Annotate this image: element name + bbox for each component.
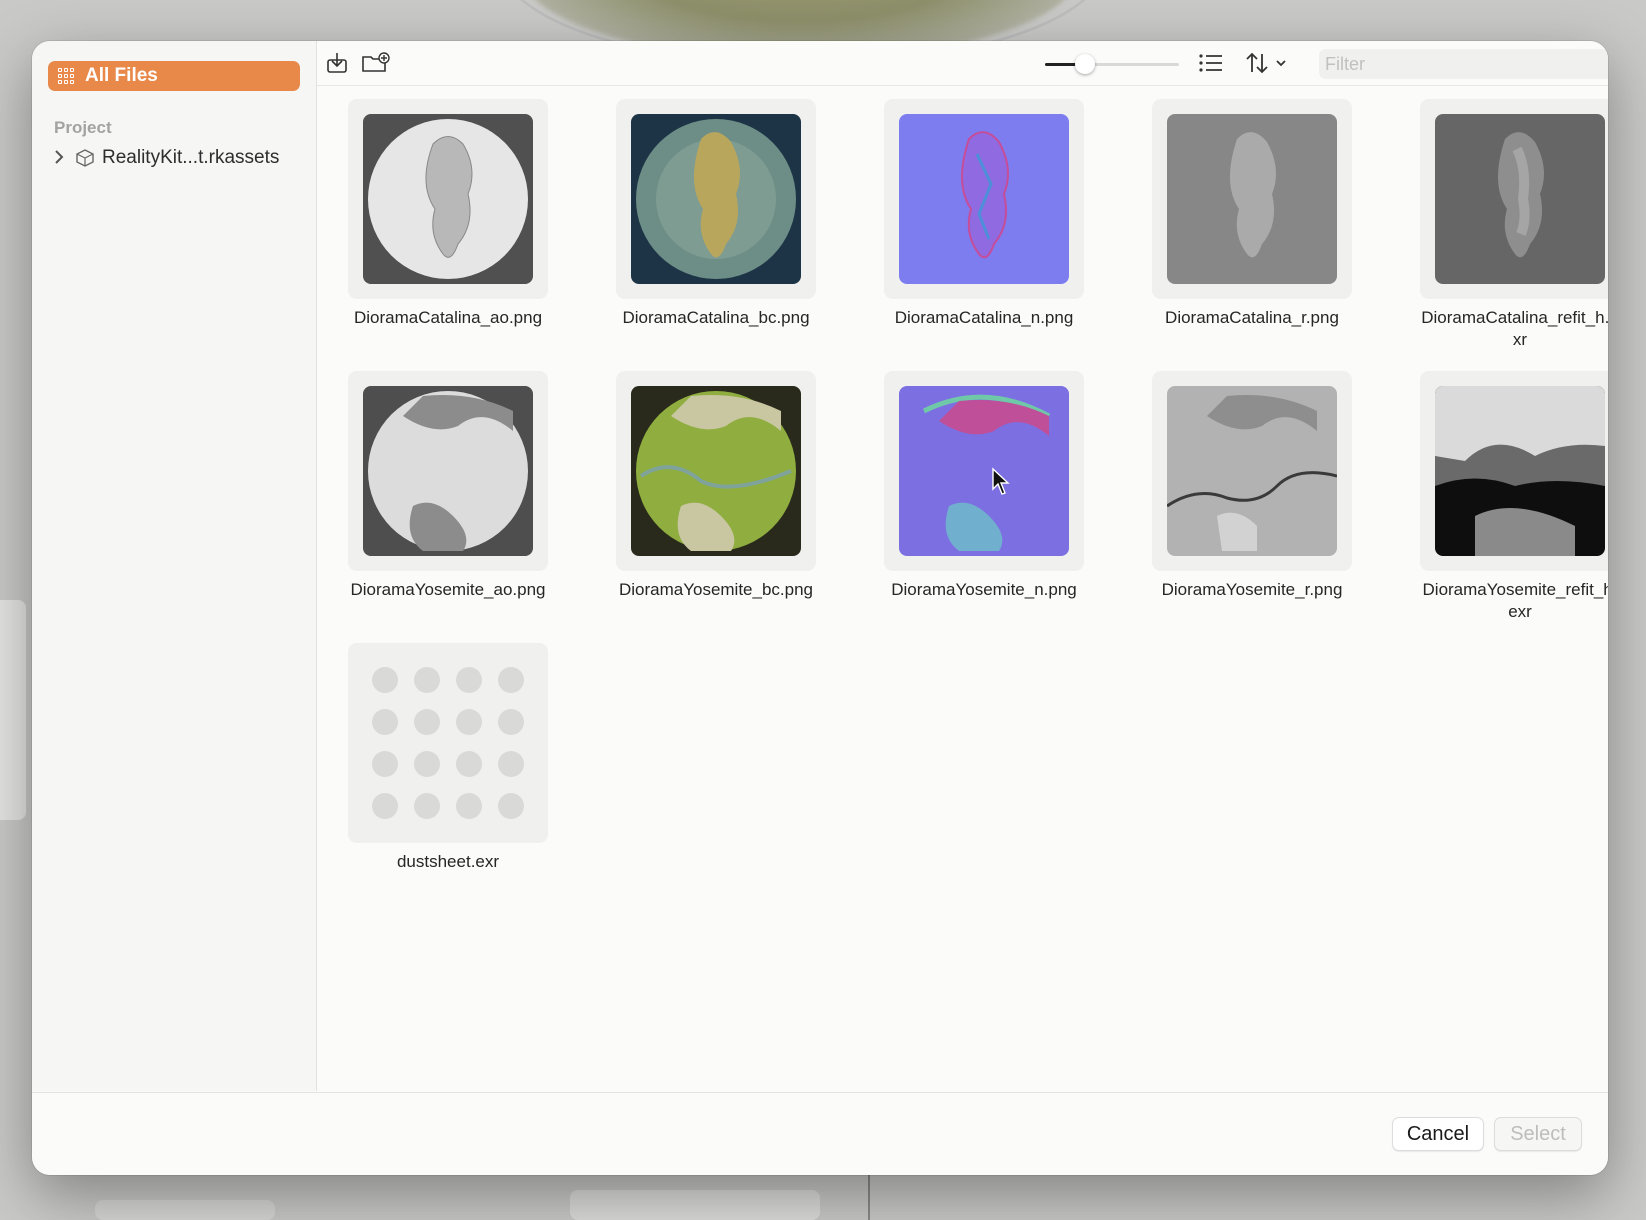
thumbnail-image [899,114,1069,284]
thumbnail-image [363,658,533,828]
toolbar [317,41,1608,86]
thumbnail-image [631,386,801,556]
file-tile[interactable]: DioramaYosemite_bc.png [585,371,847,601]
thumbnail-image [1435,386,1605,556]
file-tile[interactable]: DioramaCatalina_refit_h.exr [1389,99,1608,351]
file-tile[interactable]: DioramaCatalina_r.png [1121,99,1383,329]
file-name: DioramaYosemite_bc.png [618,580,814,599]
file-thumbnail[interactable] [348,99,548,299]
file-thumbnail[interactable] [616,371,816,571]
slider-knob[interactable] [1075,54,1096,74]
file-thumbnail[interactable] [1152,371,1352,571]
thumbnail-image [631,114,801,284]
file-name: DioramaCatalina_ao.png [353,308,543,327]
sidebar-section-project: Project [54,118,112,137]
file-thumbnail[interactable] [616,99,816,299]
thumbnail-image [363,114,533,284]
file-name: DioramaYosemite_n.png [891,580,1077,599]
thumbnail-image [1167,114,1337,284]
list-view-icon[interactable] [1197,51,1225,75]
mouse-cursor-icon [992,467,1010,495]
file-tile[interactable]: DioramaYosemite_n.png [853,371,1115,601]
file-name: DioramaYosemite_r.png [1161,580,1343,599]
thumbnail-image [899,386,1069,556]
file-tile[interactable]: DioramaYosemite_r.png [1121,371,1383,601]
file-thumbnail[interactable] [348,643,548,843]
file-thumbnail[interactable] [1420,371,1608,571]
file-tile[interactable]: dustsheet.exr [317,643,579,873]
import-icon[interactable] [325,51,351,75]
file-thumbnail[interactable] [884,371,1084,571]
file-grid: DioramaCatalina_ao.png DioramaCatalina_bc… [317,85,1608,1091]
background-app-node [95,1200,275,1220]
sidebar-item-project[interactable]: RealityKit...t.rkassets [54,145,279,171]
file-thumbnail[interactable] [1152,99,1352,299]
file-thumbnail[interactable] [1420,99,1608,299]
file-tile[interactable]: DioramaCatalina_bc.png [585,99,847,329]
file-tile[interactable]: DioramaYosemite_refit_h.exr [1389,371,1608,623]
file-tile[interactable]: DioramaCatalina_ao.png [317,99,579,329]
file-name: dustsheet.exr [396,852,500,871]
background-app-connector [868,1175,870,1220]
file-thumbnail[interactable] [348,371,548,571]
thumbnail-image [363,386,533,556]
file-name: DioramaCatalina_bc.png [622,308,810,327]
sort-icon[interactable] [1245,51,1291,75]
sidebar-item-label: RealityKit...t.rkassets [102,147,280,168]
thumbnail-size-slider[interactable] [1045,63,1179,66]
background-app-panel [0,600,26,820]
file-name: DioramaCatalina_r.png [1165,308,1339,327]
background-app-node [570,1190,820,1220]
file-thumbnail[interactable] [884,99,1084,299]
sidebar-item-all-files[interactable]: All Files [48,61,300,91]
grid-icon [58,68,76,84]
sidebar: All Files Project RealityKit...t.rkasset… [32,41,317,1091]
file-name: DioramaYosemite_ao.png [350,580,546,599]
footer: Cancel Select [32,1092,1608,1175]
file-tile[interactable]: DioramaCatalina_n.png [853,99,1115,329]
file-tile[interactable]: DioramaYosemite_ao.png [317,371,579,601]
thumbnail-image [1435,114,1605,284]
package-icon [74,148,96,168]
file-picker-dialog: All Files Project RealityKit...t.rkasset… [32,41,1608,1175]
thumbnail-image [1167,386,1337,556]
sidebar-item-label: All Files [85,65,158,86]
filter-input[interactable] [1319,49,1608,79]
file-name: DioramaCatalina_refit_h.exr [1421,308,1608,349]
new-folder-icon[interactable] [361,51,391,75]
file-name: DioramaYosemite_refit_h.exr [1422,580,1608,621]
select-button[interactable]: Select [1494,1117,1582,1151]
chevron-right-icon[interactable] [54,149,70,167]
file-name: DioramaCatalina_n.png [894,308,1074,327]
cancel-button[interactable]: Cancel [1392,1117,1484,1151]
